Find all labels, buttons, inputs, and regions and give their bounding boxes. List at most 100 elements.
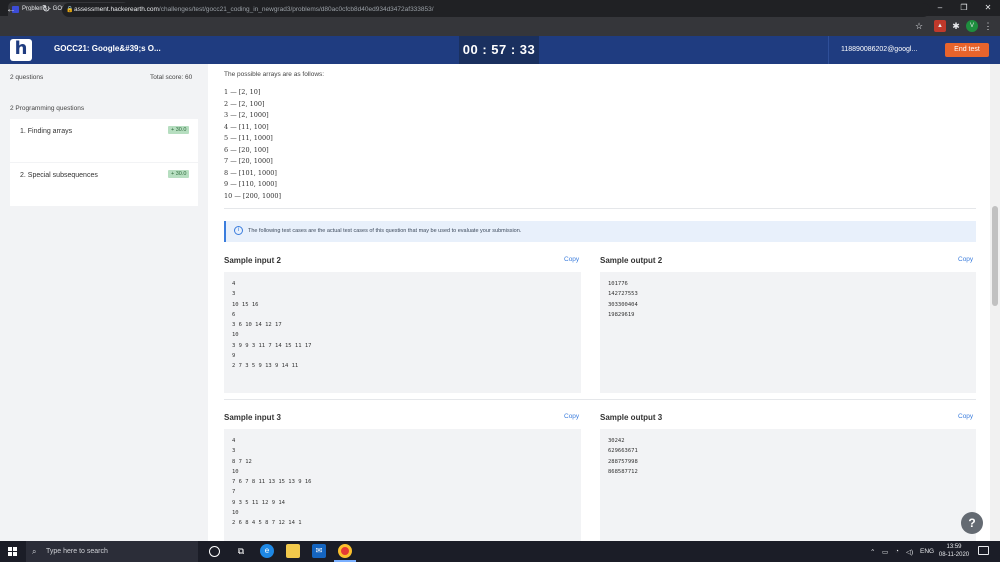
minimize-icon[interactable]: –: [928, 0, 952, 16]
code-line: 8 7 12: [232, 458, 252, 465]
question-card-2[interactable]: 2. Special subsequences + 30.0: [10, 163, 198, 206]
sample-input-2-box: 4 3 10 15 16 6 3 6 10 14 12 17 10 3 9 9 …: [224, 272, 581, 393]
copy-output-3-button[interactable]: Copy: [958, 413, 973, 420]
array-item: 1 — [2, 10]: [224, 88, 261, 96]
array-item: 2 — [2, 100]: [224, 99, 265, 108]
address-bar-row: [0, 16, 1000, 36]
code-line: 3 6 10 14 12 17: [232, 322, 282, 329]
url-path: /challenges/test/gocc21_coding_in_newgra…: [158, 6, 434, 13]
array-item: 5 — [11, 1000]: [224, 134, 273, 142]
sample-output-2-box: 101776 142727553 303300404 19829619: [600, 272, 976, 393]
page-scrollbar[interactable]: [990, 64, 1000, 541]
restore-icon[interactable]: ❐: [952, 0, 976, 16]
code-line: 9 3 5 11 12 9 14: [232, 499, 285, 506]
tray-chevron-icon[interactable]: ⌃: [870, 548, 875, 556]
copy-output-2-button[interactable]: Copy: [958, 256, 973, 263]
windows-start-icon[interactable]: [8, 547, 17, 556]
battery-icon[interactable]: ▭: [882, 548, 888, 556]
array-item: 6 — [20, 100]: [224, 145, 269, 154]
clock-date: 08-11-2020: [938, 552, 970, 558]
code-line: 10: [232, 510, 239, 517]
code-line: 7 6 7 8 11 13 15 13 9 16: [232, 479, 312, 486]
network-icon[interactable]: ◔: [895, 548, 899, 555]
code-line: 10: [232, 332, 239, 339]
section-divider: [224, 399, 976, 400]
url-field[interactable]: 🔒 assessment.hackerearth.com/challenges/…: [62, 3, 930, 17]
question-count: 2 questions: [10, 74, 44, 81]
question-name: 2. Special subsequences: [20, 172, 98, 179]
section-title: 2 Programming questions: [10, 105, 85, 112]
code-line: 9: [232, 353, 236, 360]
section-divider: [224, 208, 976, 209]
copy-input-3-button[interactable]: Copy: [564, 413, 579, 420]
cortana-icon[interactable]: [209, 546, 220, 557]
code-line: 629663671: [608, 448, 638, 455]
code-line: 3: [232, 291, 236, 298]
sample-input-3-box: 4 3 8 7 12 10 7 6 7 8 11 13 15 13 9 16 7…: [224, 429, 581, 541]
window-controls: – ❐ ✕: [928, 0, 1000, 16]
test-case-info-banner: i The following test cases are the actua…: [224, 221, 976, 242]
sample-output-2-title: Sample output 2: [600, 256, 663, 265]
copy-input-2-button[interactable]: Copy: [564, 256, 579, 263]
code-line: 3 9 9 3 11 7 14 15 11 17: [232, 342, 312, 349]
taskbar-clock[interactable]: 13:59 08-11-2020: [938, 543, 970, 559]
window-close-icon[interactable]: ✕: [976, 0, 1000, 16]
array-item: 8 — [101, 1000]: [224, 168, 277, 177]
pdf-extension-icon[interactable]: ▲: [934, 20, 946, 32]
code-line: 30242: [608, 438, 625, 444]
user-account[interactable]: 118890086202@googl...: [828, 36, 936, 64]
code-line: 3: [232, 448, 236, 455]
sample-output-3-title: Sample output 3: [600, 413, 663, 422]
help-button[interactable]: ?: [961, 512, 983, 534]
forward-icon[interactable]: →: [24, 3, 34, 17]
language-indicator[interactable]: ENG: [920, 548, 934, 555]
question-score-badge: + 30.0: [168, 126, 190, 134]
array-item: 4 — [11, 100]: [224, 122, 269, 131]
url-host: assessment.hackerearth.com: [74, 6, 159, 13]
notifications-icon[interactable]: [978, 546, 989, 555]
info-text: The following test cases are the actual …: [248, 228, 522, 234]
scrollbar-thumb[interactable]: [992, 206, 998, 306]
lock-icon: 🔒: [66, 7, 74, 13]
back-icon[interactable]: ←: [6, 3, 16, 17]
code-line: 2 6 8 4 5 8 7 12 14 1: [232, 520, 302, 527]
reload-icon[interactable]: ↻: [42, 3, 50, 17]
profile-avatar-icon[interactable]: V: [966, 20, 978, 32]
sample-output-3-box: 30242 629663671 288757998 868587712: [600, 429, 976, 541]
arrays-list: 1 — [2, 10] 2 — [2, 100] 3 — [2, 1000] 4…: [224, 87, 281, 202]
mail-icon[interactable]: ✉: [312, 544, 326, 558]
code-line: 868587712: [608, 468, 638, 475]
array-item: 3 — [2, 1000]: [224, 111, 269, 119]
bookmark-star-icon[interactable]: ☆: [913, 20, 925, 32]
question-name: 1. Finding arrays: [20, 128, 73, 135]
chrome-icon[interactable]: [338, 544, 352, 558]
taskbar-search-input[interactable]: ⌕ Type here to search: [26, 541, 198, 562]
extensions-puzzle-icon[interactable]: ✱: [950, 20, 962, 32]
contest-title: GOCC21: Google&#39;s O...: [54, 44, 161, 53]
code-line: 6: [232, 311, 236, 318]
question-card-1[interactable]: 1. Finding arrays + 30.0: [10, 119, 198, 162]
file-explorer-icon[interactable]: [286, 544, 300, 558]
possible-arrays-text: The possible arrays are as follows:: [224, 71, 325, 78]
volume-icon[interactable]: ◁): [906, 548, 913, 556]
search-icon: ⌕: [32, 547, 37, 556]
task-view-icon[interactable]: ⧉: [234, 544, 248, 558]
total-score: Total score: 60: [150, 74, 193, 81]
hackerearth-logo[interactable]: h: [10, 39, 32, 61]
code-line: 303300404: [608, 301, 638, 308]
info-icon: i: [234, 226, 243, 235]
code-line: 4: [232, 281, 236, 287]
code-line: 10 15 16: [232, 301, 259, 308]
end-test-button[interactable]: End test: [945, 43, 989, 57]
menu-dots-icon[interactable]: ⋮: [982, 20, 994, 32]
edge-browser-icon[interactable]: e: [260, 544, 274, 558]
question-score-badge: + 30.0: [168, 170, 190, 178]
code-line: 2 7 3 5 9 13 9 14 11: [232, 363, 299, 370]
sample-input-2-title: Sample input 2: [224, 256, 281, 265]
code-line: 142727553: [608, 291, 638, 298]
array-item: 10 — [200, 1000]: [224, 191, 282, 200]
code-line: 288757998: [608, 458, 638, 465]
array-item: 9 — [110, 1000]: [224, 180, 277, 188]
clock-time: 13:59: [946, 544, 962, 550]
code-line: 4: [232, 438, 236, 444]
